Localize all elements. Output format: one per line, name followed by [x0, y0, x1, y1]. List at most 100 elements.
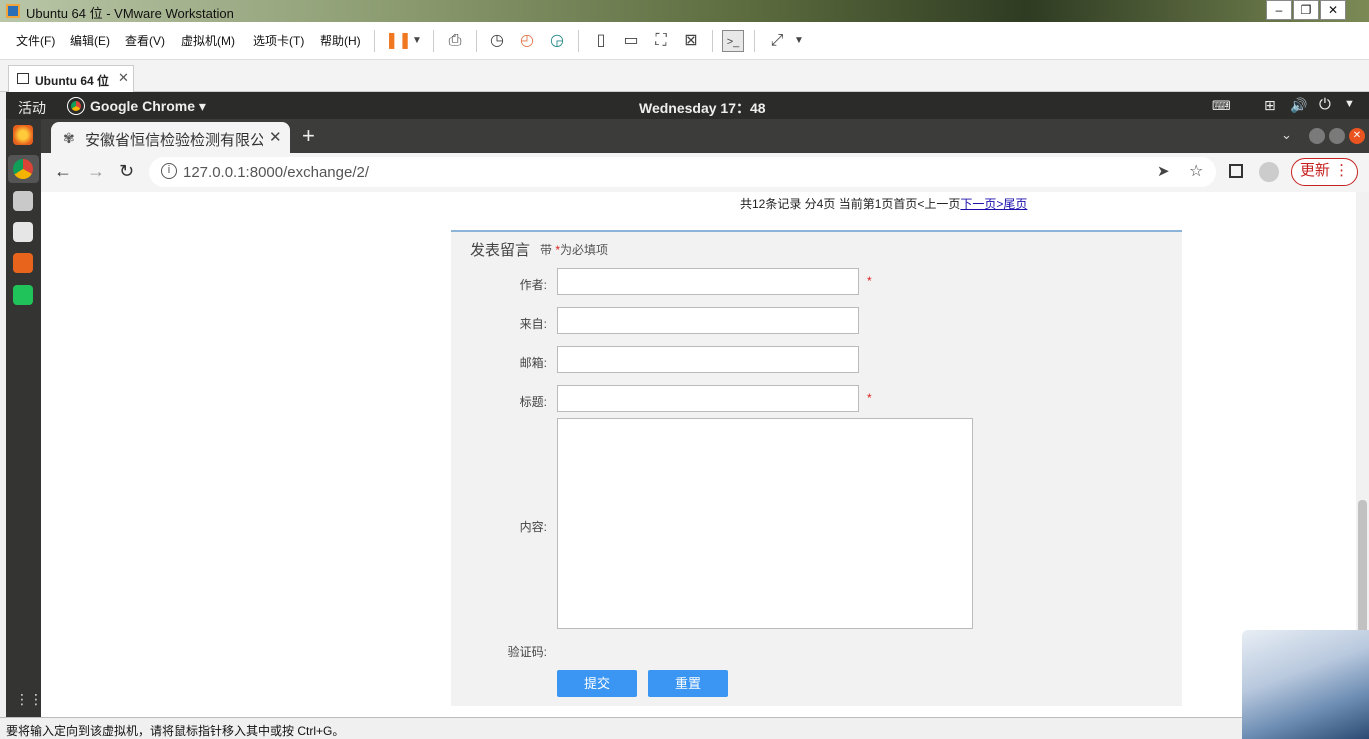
content-textarea[interactable]: [557, 418, 973, 629]
vm-tab-label: Ubuntu 64 位: [35, 74, 109, 88]
web-page: 共12条记录 分4页 当前第1页首页<上一页下一页>尾页 发表留言 带 *为必填…: [41, 192, 1356, 717]
required-note: 带 *为必填项: [540, 241, 608, 258]
revert-snapshot-icon[interactable]: ◴: [516, 30, 538, 52]
chevron-down-icon[interactable]: ▼: [1344, 98, 1355, 110]
menu-file[interactable]: 文件(F): [16, 32, 55, 49]
browser-tab[interactable]: ✾ 安徽省恒信检验检测有限公司 ✕: [51, 122, 290, 153]
bookmark-star-icon[interactable]: ☆: [1189, 161, 1203, 181]
console-icon[interactable]: >_: [722, 30, 744, 52]
close-icon[interactable]: ✕: [1349, 128, 1365, 144]
toolbar-separator: [712, 30, 713, 52]
from-label: 来自:: [519, 317, 547, 331]
toolbar-separator: [374, 30, 375, 52]
fullscreen-icon[interactable]: ⛶: [650, 30, 672, 52]
app-menu[interactable]: Google Chrome ▾: [90, 98, 206, 115]
vmware-title-bar: Ubuntu 64 位 - VMware Workstation – ❐ ✕: [0, 0, 1369, 22]
vmware-tab-strip: Ubuntu 64 位 ✕: [0, 60, 1369, 92]
status-text: 要将输入定向到该虚拟机，请将鼠标指针移入其中或按 Ctrl+G。: [6, 724, 345, 738]
clock[interactable]: Wednesday 17：48: [639, 98, 766, 118]
activities-button[interactable]: 活动: [18, 98, 46, 118]
reset-button[interactable]: 重置: [648, 670, 728, 697]
send-keys-icon[interactable]: ⎙: [444, 30, 466, 52]
maximize-icon[interactable]: [1329, 128, 1345, 144]
chevron-down-icon[interactable]: ▼: [788, 30, 810, 52]
last-page-link[interactable]: 尾页: [1003, 197, 1027, 211]
volume-icon[interactable]: 🔊: [1290, 97, 1307, 114]
snapshot-manager-icon[interactable]: ◶: [546, 30, 568, 52]
chrome-tab-strip: ✾ 安徽省恒信检验检测有限公司 ✕ + ⌄ ✕: [41, 119, 1369, 153]
show-apps-icon[interactable]: ⋮⋮: [15, 691, 43, 708]
chrome-icon: [67, 97, 85, 115]
next-page-link[interactable]: 下一页>: [960, 197, 1003, 211]
vmware-app-icon: [6, 4, 20, 18]
submit-button[interactable]: 提交: [557, 670, 637, 697]
ubuntu-dock: ⋮⋮: [6, 119, 43, 717]
chrome-toolbar: ← → ↻ i 127.0.0.1:8000/exchange/2/ ➤ ☆ 更…: [41, 153, 1369, 192]
back-icon[interactable]: ←: [54, 161, 72, 182]
note-prefix: 带: [540, 243, 553, 257]
pagination-summary: 共12条记录 分4页 当前第1页首页<上一页: [740, 197, 961, 211]
forward-icon[interactable]: →: [87, 161, 105, 182]
content-label: 内容:: [519, 520, 547, 534]
software-center-icon[interactable]: [13, 253, 33, 273]
from-input[interactable]: [557, 307, 859, 334]
keyboard-icon[interactable]: ⌨: [1212, 98, 1231, 114]
vmware-status-bar: 要将输入定向到该虚拟机，请将鼠标指针移入其中或按 Ctrl+G。: [0, 717, 1369, 739]
url-text[interactable]: 127.0.0.1:8000/exchange/2/: [183, 164, 369, 181]
author-input[interactable]: [557, 268, 859, 295]
minimize-icon[interactable]: [1309, 128, 1325, 144]
profile-avatar[interactable]: [1259, 162, 1279, 182]
menu-vm[interactable]: 虚拟机(M): [181, 32, 235, 49]
toolbar-separator: [578, 30, 579, 52]
close-icon[interactable]: ✕: [118, 70, 129, 86]
files-icon[interactable]: [13, 191, 33, 211]
update-label: 更新: [1299, 162, 1330, 179]
toolbar-separator: [754, 30, 755, 52]
menu-edit[interactable]: 编辑(E): [70, 32, 110, 49]
maximize-button[interactable]: ❐: [1293, 0, 1319, 20]
firefox-icon[interactable]: [13, 125, 33, 145]
pagination: 共12条记录 分4页 当前第1页首页<上一页下一页>尾页: [740, 195, 1027, 212]
address-bar[interactable]: i 127.0.0.1:8000/exchange/2/ ➤ ☆: [149, 157, 1216, 187]
email-label: 邮箱:: [519, 356, 547, 370]
sidebar-toggle-icon[interactable]: ▯: [590, 30, 612, 52]
info-icon[interactable]: i: [161, 163, 177, 179]
pycharm-icon[interactable]: [13, 285, 33, 305]
close-window-button[interactable]: ✕: [1320, 0, 1346, 20]
network-icon[interactable]: ⊞: [1264, 97, 1276, 114]
vmware-menu-bar: 文件(F) 编辑(E) 查看(V) 虚拟机(M) 选项卡(T) 帮助(H) ❚❚…: [0, 22, 1369, 60]
message-form: 发表留言 带 *为必填项 作者: * 来自: 邮箱: 标题: * 内容: 验证码…: [451, 230, 1182, 706]
close-icon[interactable]: ✕: [269, 128, 282, 146]
pause-icon[interactable]: ❚❚: [385, 30, 412, 52]
side-panel-icon[interactable]: [1229, 164, 1243, 178]
subject-label: 标题:: [519, 395, 547, 409]
minimize-button[interactable]: –: [1266, 0, 1292, 20]
stretch-icon[interactable]: ⤢: [766, 30, 788, 52]
author-label: 作者:: [519, 278, 547, 292]
chevron-down-icon[interactable]: ⌄: [1281, 127, 1292, 143]
email-input[interactable]: [557, 346, 859, 373]
toolbar-separator: [433, 30, 434, 52]
share-icon[interactable]: ➤: [1157, 162, 1170, 180]
rhythmbox-icon[interactable]: [13, 222, 33, 242]
ubuntu-top-bar: 活动 Google Chrome ▾ Wednesday 17：48 ⌨ ⊞ 🔊…: [6, 92, 1369, 119]
menu-help[interactable]: 帮助(H): [320, 32, 361, 49]
thumbnail-icon[interactable]: ▭: [620, 30, 642, 52]
update-button[interactable]: 更新 ⋮: [1291, 158, 1358, 186]
chrome-dock-icon[interactable]: [13, 159, 33, 179]
unity-icon[interactable]: ⊠: [680, 30, 702, 52]
chevron-down-icon[interactable]: ▼: [406, 30, 428, 52]
required-mark: *: [867, 391, 872, 405]
desktop-pet-image: [1242, 630, 1369, 739]
menu-view[interactable]: 查看(V): [125, 32, 165, 49]
menu-tabs[interactable]: 选项卡(T): [253, 32, 304, 49]
subject-input[interactable]: [557, 385, 859, 412]
tab-ubuntu-vm[interactable]: Ubuntu 64 位 ✕: [8, 65, 134, 92]
reload-icon[interactable]: ↻: [119, 161, 134, 182]
power-icon[interactable]: ⏻: [1319, 96, 1331, 113]
note-suffix: 为必填项: [560, 243, 609, 257]
toolbar-separator: [476, 30, 477, 52]
new-tab-button[interactable]: +: [302, 123, 315, 149]
required-mark: *: [867, 274, 872, 288]
snapshot-icon[interactable]: ◷: [486, 30, 508, 52]
